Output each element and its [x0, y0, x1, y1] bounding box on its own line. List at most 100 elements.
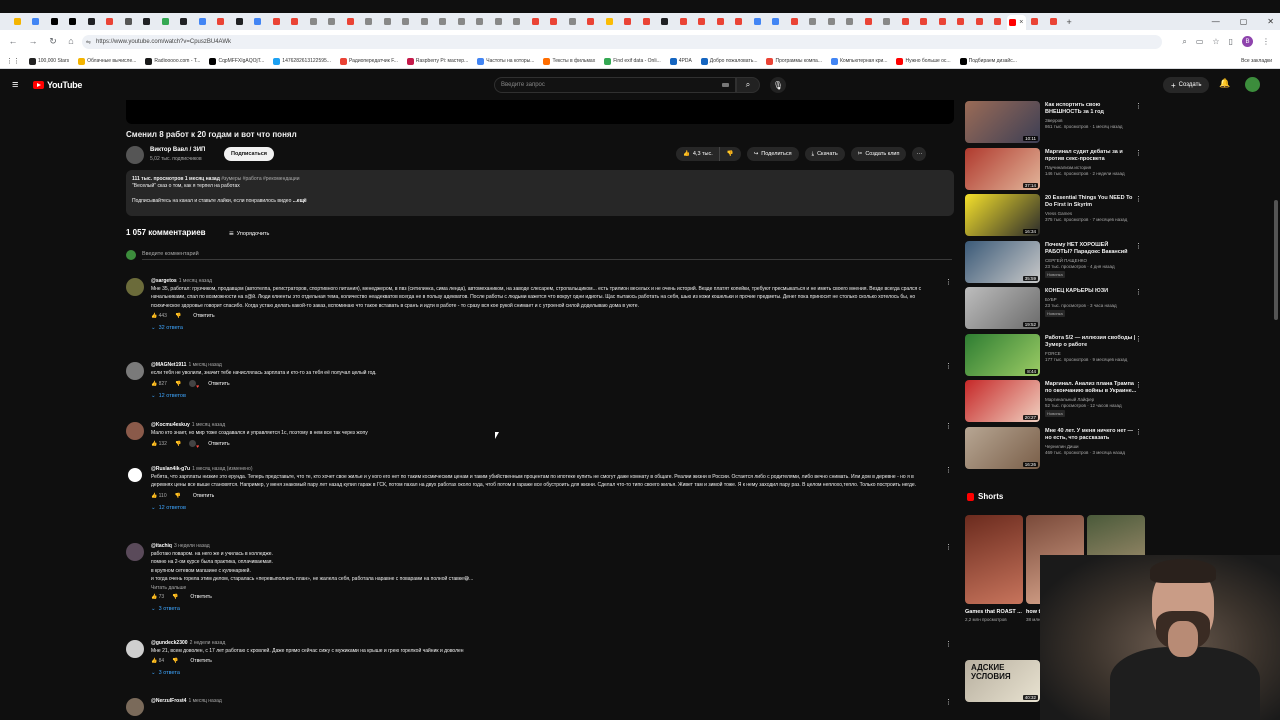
related-video-thumbnail[interactable]: 10:11: [965, 101, 1040, 143]
browser-tab[interactable]: [304, 15, 323, 28]
related-video[interactable]: 16:26 Мне 40 лет. У меня ничего нет — но …: [965, 426, 1150, 469]
browser-tab[interactable]: [434, 15, 453, 28]
browser-tab[interactable]: [970, 15, 989, 28]
show-replies-button[interactable]: ⌄ 12 ответов: [151, 505, 926, 511]
zoom-icon[interactable]: ⌕: [1182, 37, 1186, 47]
browser-menu-icon[interactable]: ⋮: [1262, 37, 1270, 46]
comment-like-button[interactable]: 👍 443: [151, 313, 167, 319]
browser-tab[interactable]: [471, 15, 490, 28]
show-replies-button[interactable]: ⌄ 3 ответа: [151, 606, 926, 612]
show-replies-button[interactable]: ⌄ 12 ответов: [151, 393, 926, 399]
browser-tab[interactable]: [619, 15, 638, 28]
comment-time[interactable]: 2 недели назад: [190, 640, 226, 646]
bookmark-item[interactable]: CqpMFFXIgAQOjT...: [209, 57, 264, 65]
bookmark-item[interactable]: Компьютерная кри...: [831, 57, 887, 65]
home-icon[interactable]: ⌂: [62, 36, 80, 46]
comment-dislike-icon[interactable]: 👎: [175, 493, 181, 499]
description-hashtags[interactable]: #зумеры #работа #рекомендации: [221, 176, 299, 182]
new-tab-icon[interactable]: +: [1067, 17, 1072, 27]
reply-button[interactable]: Ответить: [193, 313, 214, 319]
reply-button[interactable]: Ответить: [193, 493, 214, 499]
browser-tab[interactable]: [545, 15, 564, 28]
bookmark-item[interactable]: Тексты в фильмах: [543, 57, 595, 65]
download-button[interactable]: ⤓ Скачать: [804, 147, 845, 161]
related-video-title[interactable]: Почему НЕТ ХОРОШЕЙ РАБОТЫ? Парадокс Вака…: [1045, 242, 1137, 256]
related-video-thumbnail[interactable]: 35:59: [965, 240, 1040, 283]
like-button[interactable]: 👍 4,3 тыс.: [676, 147, 719, 161]
keyboard-icon[interactable]: [722, 83, 729, 87]
cast-icon[interactable]: ▭: [1196, 37, 1204, 46]
comment-author[interactable]: @MAGNet1911: [151, 362, 186, 368]
bookmark-item[interactable]: Радиопередатчик F...: [339, 57, 398, 65]
comment-menu-icon[interactable]: ⋮: [945, 543, 952, 551]
browser-tab[interactable]: [711, 15, 730, 28]
related-video-title[interactable]: Мне 40 лет. У меня ничего нет — но есть,…: [1045, 428, 1137, 442]
browser-tab[interactable]: [230, 15, 249, 28]
share-button[interactable]: ↪ Поделиться: [746, 147, 799, 161]
bookmark-item[interactable]: 100,000 Stars: [29, 57, 69, 65]
bookmark-item[interactable]: Добро пожаловать...: [700, 57, 757, 65]
short-title[interactable]: Games that ROAST ...: [965, 609, 1023, 616]
subscribe-button[interactable]: Подписаться: [224, 147, 274, 161]
browser-tab[interactable]: [138, 15, 157, 28]
related-video-title[interactable]: Маргинал. Анализ плана Трампа по окончан…: [1045, 381, 1137, 395]
bookmark-item[interactable]: Radiooooo.com - T...: [145, 57, 200, 65]
search-button[interactable]: ⌕: [736, 77, 760, 93]
comment-author-avatar[interactable]: [126, 698, 144, 716]
related-video-channel[interactable]: Паучинализм.история: [1045, 165, 1137, 170]
browser-tab[interactable]: [582, 15, 601, 28]
bookmark-item[interactable]: 1476282613122595...: [273, 57, 331, 65]
description-more-link[interactable]: ...ещё: [293, 198, 307, 204]
reply-button[interactable]: Ответить: [208, 381, 229, 387]
browser-tab[interactable]: [119, 15, 138, 28]
related-video-thumbnail[interactable]: 20:27: [965, 380, 1040, 422]
related-video-menu-icon[interactable]: ⋮: [1135, 288, 1142, 296]
forward-icon[interactable]: →: [24, 36, 42, 46]
short-thumbnail[interactable]: [965, 515, 1023, 604]
browser-tab[interactable]: [378, 15, 397, 28]
bookmark-item[interactable]: Подбираем дизайс...: [959, 57, 1017, 65]
comment-author[interactable]: @gundeck2300: [151, 640, 188, 646]
browser-tab[interactable]: [989, 15, 1008, 28]
related-video-menu-icon[interactable]: ⋮: [1135, 195, 1142, 203]
comment-author[interactable]: @Ruslan4ik-g7u: [151, 466, 190, 472]
related-video-thumbnail[interactable]: 19:52: [965, 287, 1040, 329]
show-replies-button[interactable]: ⌄ 3 ответа: [151, 670, 926, 676]
comment-dislike-icon[interactable]: 👎: [175, 381, 181, 387]
browser-tab[interactable]: [45, 15, 64, 28]
related-video[interactable]: 19:52 КОНЕЦ КАРЬЕРЫ ЮЗИ БУБР 23 тыс. просмо…: [965, 287, 1150, 329]
show-replies-button[interactable]: ⌄ 32 ответа: [151, 325, 926, 331]
account-avatar[interactable]: [1245, 77, 1260, 92]
bookmark-star-icon[interactable]: ☆: [1212, 37, 1219, 46]
browser-tab[interactable]: [822, 15, 841, 28]
comment-author-avatar[interactable]: [126, 422, 144, 440]
video-description[interactable]: 111 тыс. просмотров 1 месяц назад #зумер…: [126, 170, 954, 216]
back-icon[interactable]: ←: [4, 36, 22, 46]
comment-author-avatar[interactable]: [126, 362, 144, 380]
browser-tab[interactable]: [267, 15, 286, 28]
comment-time[interactable]: 1 месяц назад: [179, 278, 212, 284]
browser-tab[interactable]: [767, 15, 786, 28]
browser-tab[interactable]: [1044, 15, 1063, 28]
clip-button[interactable]: ✂ Создать клип: [850, 147, 907, 161]
related-video-thumbnail[interactable]: 16:34: [965, 194, 1040, 236]
related-video-title[interactable]: Работа 5/2 — иллюзия свободы | Зумер о р…: [1045, 335, 1137, 349]
related-video-menu-icon[interactable]: ⋮: [1135, 242, 1142, 250]
reply-button[interactable]: Ответить: [208, 441, 229, 447]
browser-tab[interactable]: [64, 15, 83, 28]
browser-tab[interactable]: [101, 15, 120, 28]
tab-close-icon[interactable]: ×: [1019, 19, 1023, 26]
browser-tab[interactable]: [785, 15, 804, 28]
comment-author-avatar[interactable]: [126, 466, 144, 484]
comment-author[interactable]: @NerzulFrost4: [151, 698, 186, 704]
browser-tab[interactable]: [952, 15, 971, 28]
dislike-button[interactable]: 👎: [718, 147, 741, 161]
close-window-icon[interactable]: ✕: [1267, 17, 1274, 26]
browser-tab[interactable]: [563, 15, 582, 28]
browser-tab[interactable]: [600, 15, 619, 28]
reply-button[interactable]: Ответить: [190, 594, 211, 600]
all-bookmarks[interactable]: Все закладки: [1241, 58, 1272, 64]
comment-author-avatar[interactable]: [126, 640, 144, 658]
video-player[interactable]: [126, 100, 954, 124]
related-video-menu-icon[interactable]: ⋮: [1135, 428, 1142, 436]
